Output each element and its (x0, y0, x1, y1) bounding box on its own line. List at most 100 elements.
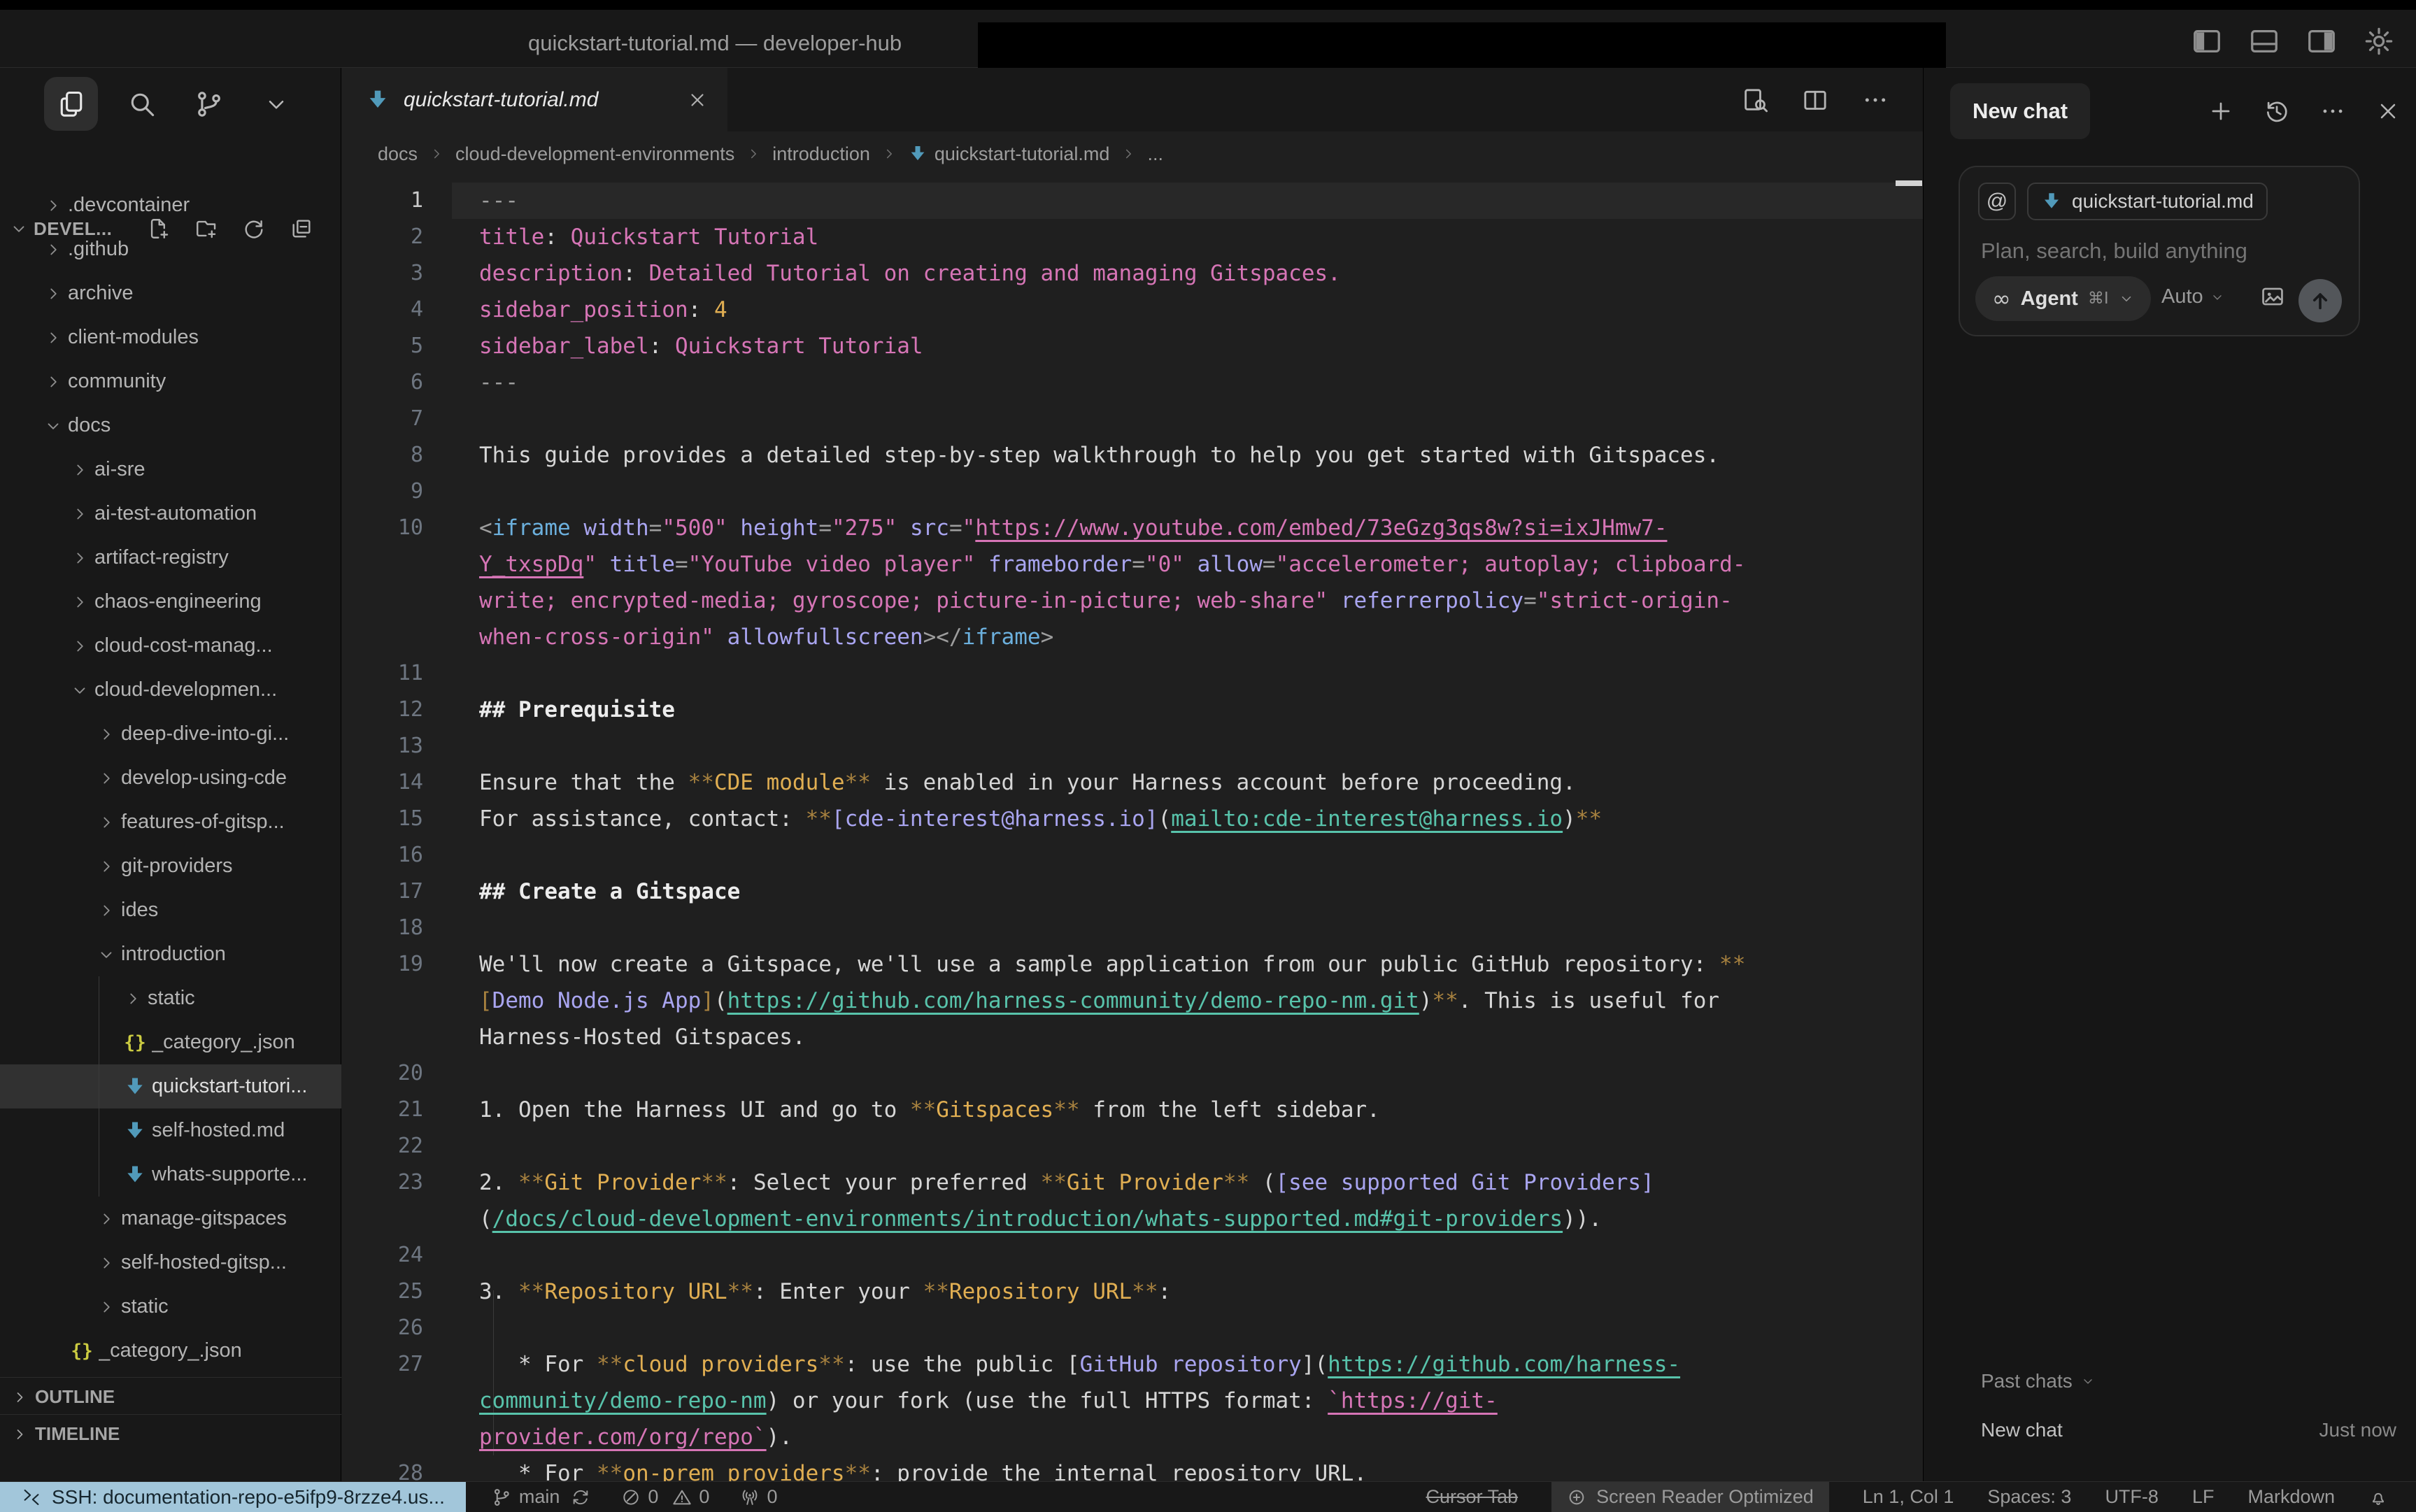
tree-item-archive[interactable]: archive (0, 271, 341, 315)
more-views-chevron-icon[interactable] (253, 77, 299, 131)
explorer-icon[interactable] (44, 77, 98, 131)
sidebar-section-outline[interactable]: OUTLINE (0, 1377, 341, 1416)
code-line-14[interactable]: Ensure that the **CDE module** is enable… (479, 764, 1576, 801)
tab-close-icon[interactable] (687, 90, 708, 110)
code-line-19[interactable]: [Demo Node.js App](https://github.com/ha… (479, 983, 1719, 1019)
tree-item-develop-using-cde[interactable]: develop-using-cde (0, 756, 341, 800)
tree-item-self-hosted-md[interactable]: self-hosted.md (0, 1108, 341, 1153)
tree-item-static[interactable]: static (0, 1285, 341, 1329)
tree-item-docs[interactable]: docs (0, 404, 341, 448)
code-line-10[interactable]: write; encrypted-media; gyroscope; pictu… (479, 583, 1733, 619)
tree-item-artifact-registry[interactable]: artifact-registry (0, 536, 341, 580)
code-line-19[interactable]: Harness-Hosted Gitspaces. (479, 1019, 806, 1055)
sidebar-section-timeline[interactable]: TIMELINE (0, 1414, 341, 1453)
code-line-17[interactable]: ## Create a Gitspace (479, 873, 740, 910)
open-preview-icon[interactable] (1741, 86, 1769, 114)
code-line-28[interactable]: * For **on-prem providers**: provide the… (479, 1455, 1367, 1481)
context-chip[interactable]: quickstart-tutorial.md (2027, 183, 2268, 220)
tree-item-ides[interactable]: ides (0, 888, 341, 932)
status-item-spaces-3[interactable]: Spaces: 3 (1987, 1486, 2071, 1508)
breadcrumb-item-cloud-development-environments[interactable]: cloud-development-environments (455, 143, 734, 165)
tree-item-client-modules[interactable]: client-modules (0, 315, 341, 359)
code-line-2[interactable]: title: Quickstart Tutorial (479, 219, 818, 255)
code-line-3[interactable]: description: Detailed Tutorial on creati… (479, 255, 1341, 292)
tree-item-self-hosted-gitsp[interactable]: self-hosted-gitsp... (0, 1241, 341, 1285)
code-line-15[interactable]: For assistance, contact: **[cde-interest… (479, 801, 1602, 837)
tree-item-devcontainer[interactable]: .devcontainer (0, 183, 341, 227)
code-line-6[interactable]: --- (479, 364, 518, 401)
breadcrumb-item-item[interactable]: ... (1147, 143, 1163, 165)
toggle-bottom-panel-icon[interactable] (2248, 25, 2280, 57)
code-line-23[interactable]: (/docs/cloud-development-environments/in… (479, 1201, 1602, 1237)
settings-gear-icon[interactable] (2363, 25, 2395, 57)
tree-item-chaos-engineering[interactable]: chaos-engineering (0, 580, 341, 624)
status-item-utf-8[interactable]: UTF-8 (2105, 1486, 2159, 1508)
code-line-27[interactable]: provider.com/org/repo`). (479, 1419, 793, 1455)
tree-item-whats-supporte[interactable]: whats-supporte... (0, 1153, 341, 1197)
attach-image-icon[interactable] (2259, 283, 2286, 310)
code-line-8[interactable]: This guide provides a detailed step-by-s… (479, 437, 1719, 473)
tree-item-git-providers[interactable]: git-providers (0, 844, 341, 888)
tab-quickstart-tutorial[interactable]: quickstart-tutorial.md (342, 68, 727, 131)
breadcrumb-item-introduction[interactable]: introduction (772, 143, 870, 165)
code-line-10[interactable]: Y_txspDq" title="YouTube video player" f… (479, 546, 1745, 583)
status-item-ln-1-col-1[interactable]: Ln 1, Col 1 (1863, 1486, 1954, 1508)
ports-indicator[interactable]: 0 (740, 1486, 777, 1508)
branch-indicator[interactable]: main (491, 1486, 591, 1508)
agent-mode-selector[interactable]: ∞ Agent ⌘I (1975, 276, 2151, 321)
chat-tab-new-chat[interactable]: New chat (1950, 83, 2090, 139)
new-chat-plus-icon[interactable] (2208, 98, 2234, 124)
tree-item-ai-sre[interactable]: ai-sre (0, 448, 341, 492)
search-icon[interactable] (119, 77, 165, 131)
tree-item-features-of-gitsp[interactable]: features-of-gitsp... (0, 800, 341, 844)
code-line-10[interactable]: when-cross-origin" allowfullscreen></ifr… (479, 619, 1053, 655)
code-line-12[interactable]: ## Prerequisite (479, 692, 675, 728)
past-chat-item[interactable]: New chat Just now (1981, 1412, 2401, 1448)
toggle-left-sidebar-icon[interactable] (2191, 25, 2223, 57)
status-item-lf[interactable]: LF (2192, 1486, 2215, 1508)
tree-item-github[interactable]: .github (0, 227, 341, 271)
code-line-1[interactable]: --- (479, 183, 518, 219)
breadcrumb-item-docs[interactable]: docs (378, 143, 418, 165)
past-chats-header[interactable]: Past chats (1981, 1370, 2095, 1392)
status-item-cursor-tab[interactable]: Cursor Tab (1426, 1486, 1519, 1508)
status-item-markdown[interactable]: Markdown (2247, 1486, 2335, 1508)
tree-item-introduction[interactable]: introduction (0, 932, 341, 976)
source-control-icon[interactable] (186, 77, 232, 131)
toggle-right-sidebar-icon[interactable] (2305, 25, 2338, 57)
problems-indicator[interactable]: 00 (621, 1486, 709, 1508)
chat-input-box[interactable]: @ quickstart-tutorial.md Plan, search, b… (1959, 166, 2360, 336)
status-item-bell[interactable] (2368, 1488, 2388, 1507)
tree-item-cloud-developmen[interactable]: cloud-developmen... (0, 668, 341, 712)
chat-history-icon[interactable] (2264, 98, 2290, 124)
chat-more-icon[interactable] (2319, 98, 2346, 124)
tree-item-static[interactable]: static (0, 976, 341, 1020)
tree-item-quickstart-tutori[interactable]: quickstart-tutori... (0, 1064, 341, 1108)
split-editor-icon[interactable] (1801, 86, 1829, 114)
tree-item-manage-gitspaces[interactable]: manage-gitspaces (0, 1197, 341, 1241)
code-line-27[interactable]: * For **cloud providers**: use the publi… (479, 1346, 1680, 1383)
code-line-25[interactable]: 3. **Repository URL**: Enter your **Repo… (479, 1274, 1171, 1310)
code-line-21[interactable]: 1. Open the Harness UI and go to **Gitsp… (479, 1092, 1380, 1128)
tree-item-cloud-cost-manag[interactable]: cloud-cost-manag... (0, 624, 341, 668)
tree-item-community[interactable]: community (0, 359, 341, 404)
status-item-screen-reader-optimized[interactable]: Screen Reader Optimized (1551, 1482, 1829, 1512)
chat-input-placeholder[interactable]: Plan, search, build anything (1981, 238, 2247, 264)
tree-item-deep-dive-into-gi[interactable]: deep-dive-into-gi... (0, 712, 341, 756)
chat-close-icon[interactable] (2375, 99, 2401, 124)
tree-item-ai-test-automation[interactable]: ai-test-automation (0, 492, 341, 536)
more-actions-icon[interactable] (1861, 86, 1889, 114)
code-line-27[interactable]: community/demo-repo-nm) or your fork (us… (479, 1383, 1498, 1419)
code-line-4[interactable]: sidebar_position: 4 (479, 292, 727, 328)
remote-indicator[interactable]: SSH: documentation-repo-e5ifp9-8rzze4.us… (0, 1482, 466, 1512)
add-context-button[interactable]: @ (1978, 183, 2016, 220)
code-line-19[interactable]: We'll now create a Gitspace, we'll use a… (479, 946, 1745, 983)
tree-item-category-json[interactable]: {}_category_.json (0, 1329, 341, 1373)
code-line-23[interactable]: 2. **Git Provider**: Select your preferr… (479, 1164, 1654, 1201)
code-line-5[interactable]: sidebar_label: Quickstart Tutorial (479, 328, 923, 364)
tree-item-category-json[interactable]: {}_category_.json (0, 1020, 341, 1064)
code-line-10[interactable]: <iframe width="500" height="275" src="ht… (479, 510, 1668, 546)
send-button[interactable] (2298, 279, 2342, 322)
model-selector[interactable]: Auto (2161, 285, 2224, 308)
breadcrumb-item-quickstart-tutorial-md[interactable]: quickstart-tutorial.md (908, 143, 1110, 165)
